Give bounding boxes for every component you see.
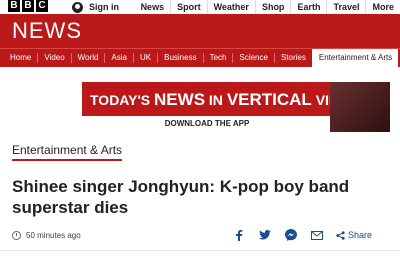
bbc-logo[interactable]: B B C xyxy=(8,0,48,12)
section-nav-entertainment[interactable]: Entertainment & Arts xyxy=(311,49,399,67)
email-icon[interactable] xyxy=(310,228,324,242)
facebook-icon[interactable] xyxy=(232,228,246,242)
share-label: Share xyxy=(348,230,373,240)
section-nav: Home Video World Asia UK Business Tech S… xyxy=(0,48,400,67)
app-ad-banner[interactable]: TODAY'S NEWS IN VERTICAL VIDEO DOWNLOAD … xyxy=(82,82,390,132)
top-nav-travel[interactable]: Travel xyxy=(326,0,365,14)
top-nav-shop[interactable]: Shop xyxy=(254,0,291,14)
news-logo[interactable]: NEWS xyxy=(12,18,82,44)
ad-image xyxy=(330,82,390,132)
user-icon xyxy=(72,1,83,13)
section-nav-world[interactable]: World xyxy=(70,53,105,63)
top-nav-sport[interactable]: Sport xyxy=(170,0,207,14)
download-app-button[interactable]: DOWNLOAD THE APP xyxy=(82,116,332,132)
signin-link[interactable]: Sign in xyxy=(72,0,119,14)
divider xyxy=(0,250,400,251)
share-bar: Share xyxy=(232,228,372,242)
news-header: NEWS xyxy=(0,14,400,48)
article-meta: 50 minutes ago xyxy=(12,231,81,240)
bbc-logo-letter: B xyxy=(8,0,20,12)
bbc-logo-letter: B xyxy=(22,0,34,12)
top-nav-weather[interactable]: Weather xyxy=(206,0,255,14)
ad-headline: TODAY'S NEWS IN VERTICAL VIDEO xyxy=(90,90,359,110)
top-nav-more[interactable]: More xyxy=(365,0,400,14)
top-nav-news[interactable]: News xyxy=(135,0,171,14)
article-headline: Shinee singer Jonghyun: K-pop boy band s… xyxy=(12,177,350,217)
top-bar: B B C Sign in News Sport Weather Shop Ea… xyxy=(0,0,400,15)
twitter-icon[interactable] xyxy=(258,228,272,242)
section-nav-asia[interactable]: Asia xyxy=(104,53,133,63)
section-nav-business[interactable]: Business xyxy=(157,53,202,63)
share-button[interactable]: Share xyxy=(336,230,372,240)
section-nav-stories[interactable]: Stories xyxy=(273,53,312,63)
ad-text-emphasis: NEWS xyxy=(154,90,206,109)
section-nav-uk[interactable]: UK xyxy=(132,53,157,63)
clock-icon xyxy=(12,231,21,240)
ad-text-emphasis: VERTICAL xyxy=(226,90,312,109)
article-timestamp: 50 minutes ago xyxy=(26,231,81,240)
section-nav-science[interactable]: Science xyxy=(232,53,273,63)
section-nav-tech[interactable]: Tech xyxy=(202,53,233,63)
section-nav-home[interactable]: Home xyxy=(0,53,37,63)
messenger-icon[interactable] xyxy=(284,228,298,242)
top-nav-earth[interactable]: Earth xyxy=(290,0,326,14)
bbc-logo-letter: C xyxy=(36,0,48,12)
signin-label: Sign in xyxy=(89,2,119,12)
ad-text: TODAY'S xyxy=(90,92,155,108)
top-nav: News Sport Weather Shop Earth Travel Mor… xyxy=(135,0,400,14)
share-icon xyxy=(336,230,345,240)
section-nav-video[interactable]: Video xyxy=(37,53,70,63)
ad-text: IN xyxy=(205,92,227,108)
article-section-link[interactable]: Entertainment & Arts xyxy=(12,143,123,161)
